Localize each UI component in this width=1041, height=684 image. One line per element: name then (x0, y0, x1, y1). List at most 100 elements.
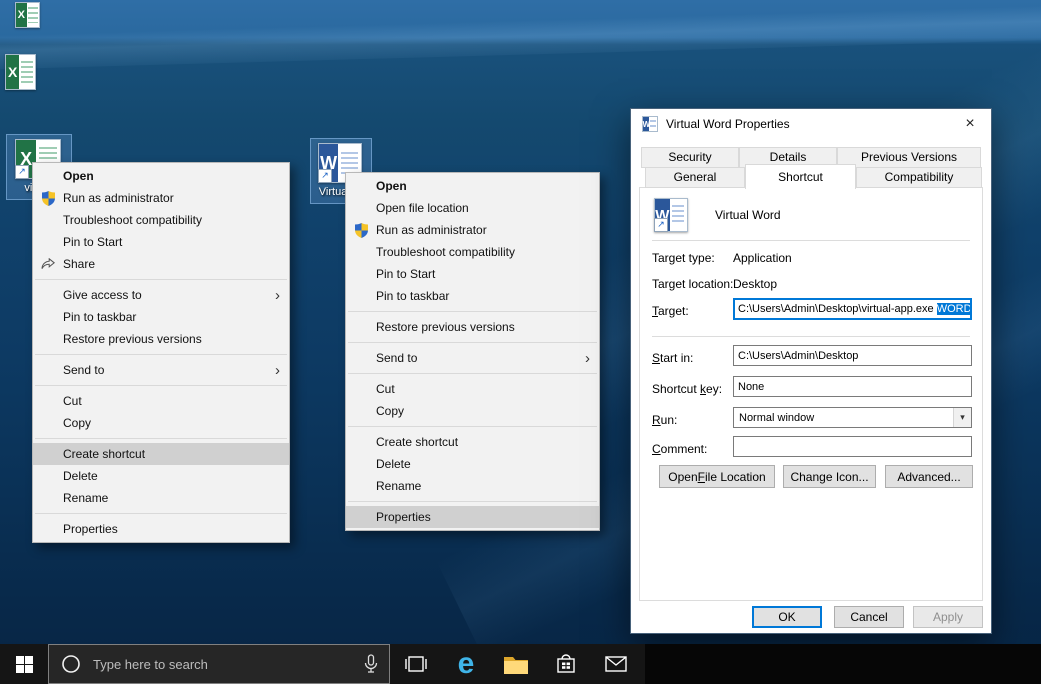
target-path-text: C:\Users\Admin\Desktop\virtual-app.exe (738, 303, 937, 315)
ok-button[interactable]: OK (752, 606, 822, 628)
shortcut-name: Virtual Word (715, 208, 781, 222)
tab-previous-versions[interactable]: Previous Versions (837, 147, 981, 168)
shortcut-key-input[interactable] (733, 376, 972, 397)
menu-item-properties[interactable]: Properties (346, 506, 599, 528)
menu-item-copy[interactable]: Copy (346, 400, 599, 422)
submenu-chevron-icon: › (275, 288, 280, 303)
uac-shield-icon (33, 191, 63, 206)
menu-item-pin-to-start[interactable]: Pin to Start (33, 231, 289, 253)
change-icon-button[interactable]: Change Icon... (783, 465, 876, 488)
menu-item-share[interactable]: Share (33, 253, 289, 275)
menu-item-delete[interactable]: Delete (346, 453, 599, 475)
word-icon: W (642, 116, 658, 132)
menu-item-open[interactable]: Open (33, 165, 289, 187)
word-icon-lines (341, 152, 357, 175)
menu-item-create-shortcut[interactable]: Create shortcut (346, 431, 599, 453)
desktop-icon-fragment[interactable]: X (5, 54, 36, 90)
cancel-button[interactable]: Cancel (834, 606, 904, 628)
folder-icon (503, 653, 529, 675)
microphone-icon[interactable] (363, 654, 379, 674)
word-icon-lines (650, 120, 655, 128)
menu-separator (348, 342, 597, 343)
file-explorer-button[interactable] (492, 644, 540, 684)
close-button[interactable]: × (949, 109, 991, 139)
menu-separator (35, 438, 287, 439)
tab-security[interactable]: Security (641, 147, 739, 168)
menu-item-troubleshoot-compatibility[interactable]: Troubleshoot compatibility (33, 209, 289, 231)
task-view-icon (404, 652, 428, 676)
advanced-button[interactable]: Advanced... (885, 465, 973, 488)
store-bag-icon (555, 652, 577, 676)
menu-separator (35, 279, 287, 280)
menu-item-open[interactable]: Open (346, 175, 599, 197)
share-icon (33, 258, 63, 270)
shortcut-arrow-overlay-icon: ↗ (654, 218, 668, 232)
windows-logo-icon (16, 656, 33, 673)
menu-item-open-file-location[interactable]: Open file location (346, 197, 599, 219)
excel-icon-letter: X (6, 55, 19, 89)
start-button[interactable] (0, 644, 48, 684)
word-icon-lines (672, 205, 685, 224)
excel-icon-lines (21, 61, 33, 83)
menu-item-rename[interactable]: Rename (33, 487, 289, 509)
menu-item-delete[interactable]: Delete (33, 465, 289, 487)
menu-item-send-to[interactable]: Send to › (346, 347, 599, 369)
submenu-chevron-icon: › (585, 351, 590, 366)
mail-envelope-icon (604, 654, 628, 674)
menu-item-troubleshoot-compatibility[interactable]: Troubleshoot compatibility (346, 241, 599, 263)
menu-separator (348, 501, 597, 502)
run-dropdown[interactable]: Normal window ▾ (733, 407, 972, 428)
menu-item-give-access-to[interactable]: Give access to › (33, 284, 289, 306)
menu-item-cut[interactable]: Cut (346, 378, 599, 400)
dialog-title: Virtual Word Properties (666, 117, 790, 131)
divider (652, 240, 970, 241)
menu-separator (35, 513, 287, 514)
dialog-titlebar[interactable]: W Virtual Word Properties × (631, 109, 991, 139)
menu-item-pin-to-start[interactable]: Pin to Start (346, 263, 599, 285)
shortcut-arrow-overlay-icon: ↗ (15, 165, 29, 179)
menu-item-create-shortcut[interactable]: Create shortcut (33, 443, 289, 465)
search-input[interactable] (91, 656, 363, 673)
submenu-chevron-icon: › (275, 363, 280, 378)
apply-button[interactable]: Apply (913, 606, 983, 628)
target-type-value: Application (733, 251, 792, 265)
menu-item-properties[interactable]: Properties (33, 518, 289, 540)
menu-item-copy[interactable]: Copy (33, 412, 289, 434)
tab-compatibility[interactable]: Compatibility (856, 167, 982, 188)
menu-separator (348, 373, 597, 374)
menu-item-restore-previous-versions[interactable]: Restore previous versions (33, 328, 289, 350)
taskbar: e (0, 644, 1041, 684)
target-location-value: Desktop (733, 277, 777, 291)
menu-separator (348, 426, 597, 427)
store-button[interactable] (542, 644, 590, 684)
open-file-location-button[interactable]: Open File Location (659, 465, 775, 488)
menu-item-run-as-administrator[interactable]: Run as administrator (346, 219, 599, 241)
run-value: Normal window (734, 412, 953, 424)
cortana-circle-icon[interactable] (61, 654, 81, 674)
edge-button[interactable]: e (442, 644, 490, 684)
word-shortcut-icon: W ↗ (654, 198, 688, 232)
wallpaper-light-beam (0, 4, 1041, 70)
start-in-label: Start in: (652, 351, 693, 365)
mail-button[interactable] (592, 644, 640, 684)
taskbar-search[interactable] (48, 644, 390, 684)
divider (652, 336, 970, 337)
task-view-button[interactable] (392, 644, 440, 684)
desktop-icon-fragment[interactable]: X (15, 2, 40, 28)
tab-general[interactable]: General (645, 167, 745, 188)
menu-item-pin-to-taskbar[interactable]: Pin to taskbar (346, 285, 599, 307)
menu-item-send-to[interactable]: Send to › (33, 359, 289, 381)
target-input[interactable]: C:\Users\Admin\Desktop\virtual-app.exe W… (733, 298, 972, 320)
menu-item-restore-previous-versions[interactable]: Restore previous versions (346, 316, 599, 338)
target-selected-text: WORD (937, 303, 972, 315)
comment-label: Comment: (652, 442, 707, 456)
menu-item-pin-to-taskbar[interactable]: Pin to taskbar (33, 306, 289, 328)
menu-item-run-as-administrator[interactable]: Run as administrator (33, 187, 289, 209)
start-in-input[interactable] (733, 345, 972, 366)
context-menu-excel: Open Run as administrator Troubleshoot c… (32, 162, 290, 543)
menu-item-rename[interactable]: Rename (346, 475, 599, 497)
menu-item-cut[interactable]: Cut (33, 390, 289, 412)
comment-input[interactable] (733, 436, 972, 457)
screen: X X X ↗ virtual W ↗ Virtual W Open (0, 0, 1041, 684)
tab-shortcut[interactable]: Shortcut (745, 164, 856, 189)
